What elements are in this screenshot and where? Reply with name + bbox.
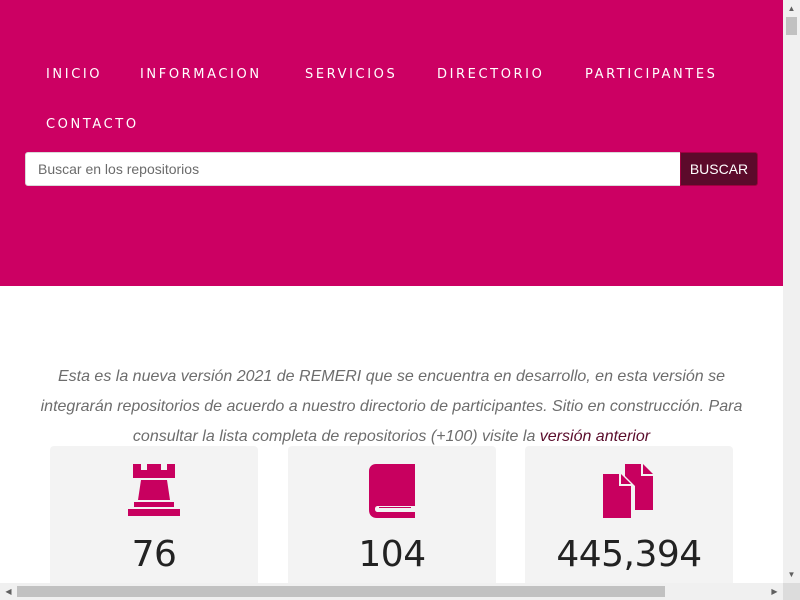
page: INICIO INFORMACION SERVICIOS DIRECTORIO … [0,0,783,583]
nav-item-directorio[interactable]: DIRECTORIO [437,66,544,84]
stat-value-repositories: 104 [358,534,426,575]
hero-header: INICIO INFORMACION SERVICIOS DIRECTORIO … [0,0,783,286]
scroll-right-icon[interactable]: ▶ [766,583,783,600]
stat-card-repositories: 104 [288,446,496,583]
scroll-left-icon[interactable]: ◀ [0,583,17,600]
search-button[interactable]: BUSCAR [680,152,758,186]
stat-value-documents: 445,394 [556,534,702,575]
nav-item-participantes[interactable]: PARTICIPANTES [585,66,718,84]
scrollbar-corner [783,583,800,600]
stat-card-institutions: 76 [50,446,258,583]
intro-text: Esta es la nueva versión 2021 de REMERI … [30,362,753,452]
scroll-down-icon[interactable]: ▼ [783,566,800,583]
horizontal-scroll-thumb[interactable] [17,586,665,597]
search-bar: BUSCAR [25,152,758,186]
horizontal-scrollbar[interactable]: ◀ ▶ [0,583,783,600]
vertical-scroll-thumb[interactable] [786,17,797,35]
stat-value-institutions: 76 [131,534,177,575]
copy-documents-icon [525,464,733,518]
search-input[interactable] [25,152,681,186]
nav-item-contacto[interactable]: CONTACTO [46,116,139,134]
previous-version-link[interactable]: versión anterior [540,428,650,445]
book-icon [288,464,496,518]
nav-item-informacion[interactable]: INFORMACION [140,66,262,84]
stat-card-documents: 445,394 [525,446,733,583]
vertical-scrollbar[interactable]: ▲ ▼ [783,0,800,583]
chess-rook-icon [50,464,258,518]
scroll-up-icon[interactable]: ▲ [783,0,800,17]
nav-item-servicios[interactable]: SERVICIOS [305,66,397,84]
nav-item-inicio[interactable]: INICIO [46,66,102,84]
